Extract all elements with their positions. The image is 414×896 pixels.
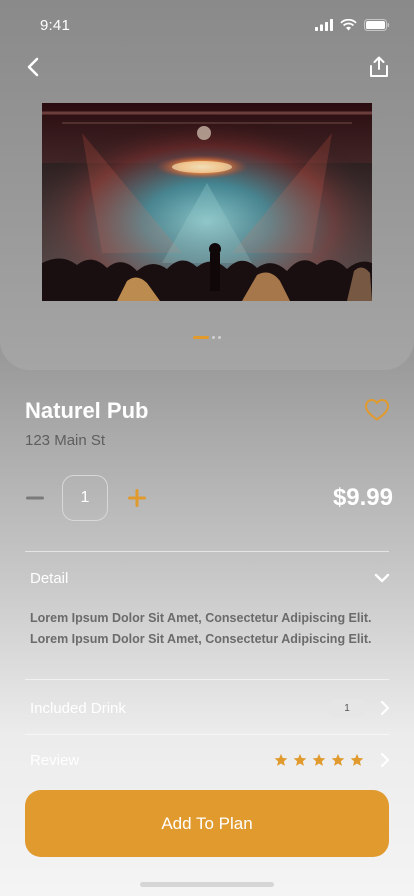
quantity-value[interactable]: 1: [62, 475, 108, 521]
venue-info: Naturel Pub 123 Main St: [25, 398, 148, 449]
increase-quantity-button[interactable]: [127, 488, 147, 508]
star-icon: [350, 753, 364, 766]
status-icons: [315, 19, 390, 31]
carousel-dot[interactable]: [212, 336, 215, 339]
divider: [25, 734, 389, 735]
heart-outline-icon: [365, 399, 389, 421]
status-time: 9:41: [40, 16, 70, 34]
chevron-right-icon: [380, 700, 390, 716]
chevron-down-icon: [374, 573, 390, 583]
home-indicator: [140, 882, 274, 887]
venue-address: 123 Main St: [25, 432, 106, 449]
review-row[interactable]: Review: [30, 747, 390, 773]
included-drink-count: 1: [330, 699, 364, 717]
star-rating: [274, 753, 364, 767]
star-icon: [293, 753, 307, 766]
included-drink-label: Included Drink: [30, 699, 126, 717]
carousel-dot-active[interactable]: [193, 336, 209, 339]
minus-icon: [26, 496, 44, 500]
add-to-plan-button[interactable]: Add To Plan: [25, 790, 389, 857]
chevron-left-icon: [27, 57, 39, 77]
venue-name: Naturel Pub: [25, 398, 149, 423]
star-icon: [274, 753, 288, 766]
cellular-signal-icon: [315, 19, 333, 31]
quantity-row: 1 $9.99: [25, 475, 393, 521]
battery-icon: [364, 19, 390, 31]
plus-icon: [128, 489, 146, 507]
chevron-right-icon: [380, 752, 390, 768]
carousel-dot[interactable]: [218, 336, 221, 339]
star-icon: [312, 753, 326, 766]
carousel-indicator: [0, 336, 414, 339]
venue-photo[interactable]: [42, 103, 372, 301]
status-bar: 9:41: [0, 0, 414, 50]
top-nav: [0, 52, 414, 82]
review-label: Review: [30, 751, 80, 769]
back-button[interactable]: [20, 54, 46, 80]
detail-section-header[interactable]: Detail: [30, 565, 390, 591]
detail-description: Lorem Ipsum Dolor Sit Amet, Consectetur …: [30, 611, 372, 646]
star-icon: [331, 753, 345, 766]
concert-stage-image: [42, 103, 372, 301]
decrease-quantity-button[interactable]: [25, 488, 45, 508]
included-drink-row[interactable]: Included Drink 1: [30, 695, 390, 721]
share-icon: [370, 56, 388, 77]
divider: [25, 551, 389, 552]
share-button[interactable]: [366, 54, 392, 80]
price: $9.99: [332, 484, 393, 511]
favorite-button[interactable]: [364, 398, 390, 422]
wifi-icon: [340, 19, 357, 31]
detail-label: Detail: [30, 569, 69, 587]
divider: [25, 679, 389, 680]
